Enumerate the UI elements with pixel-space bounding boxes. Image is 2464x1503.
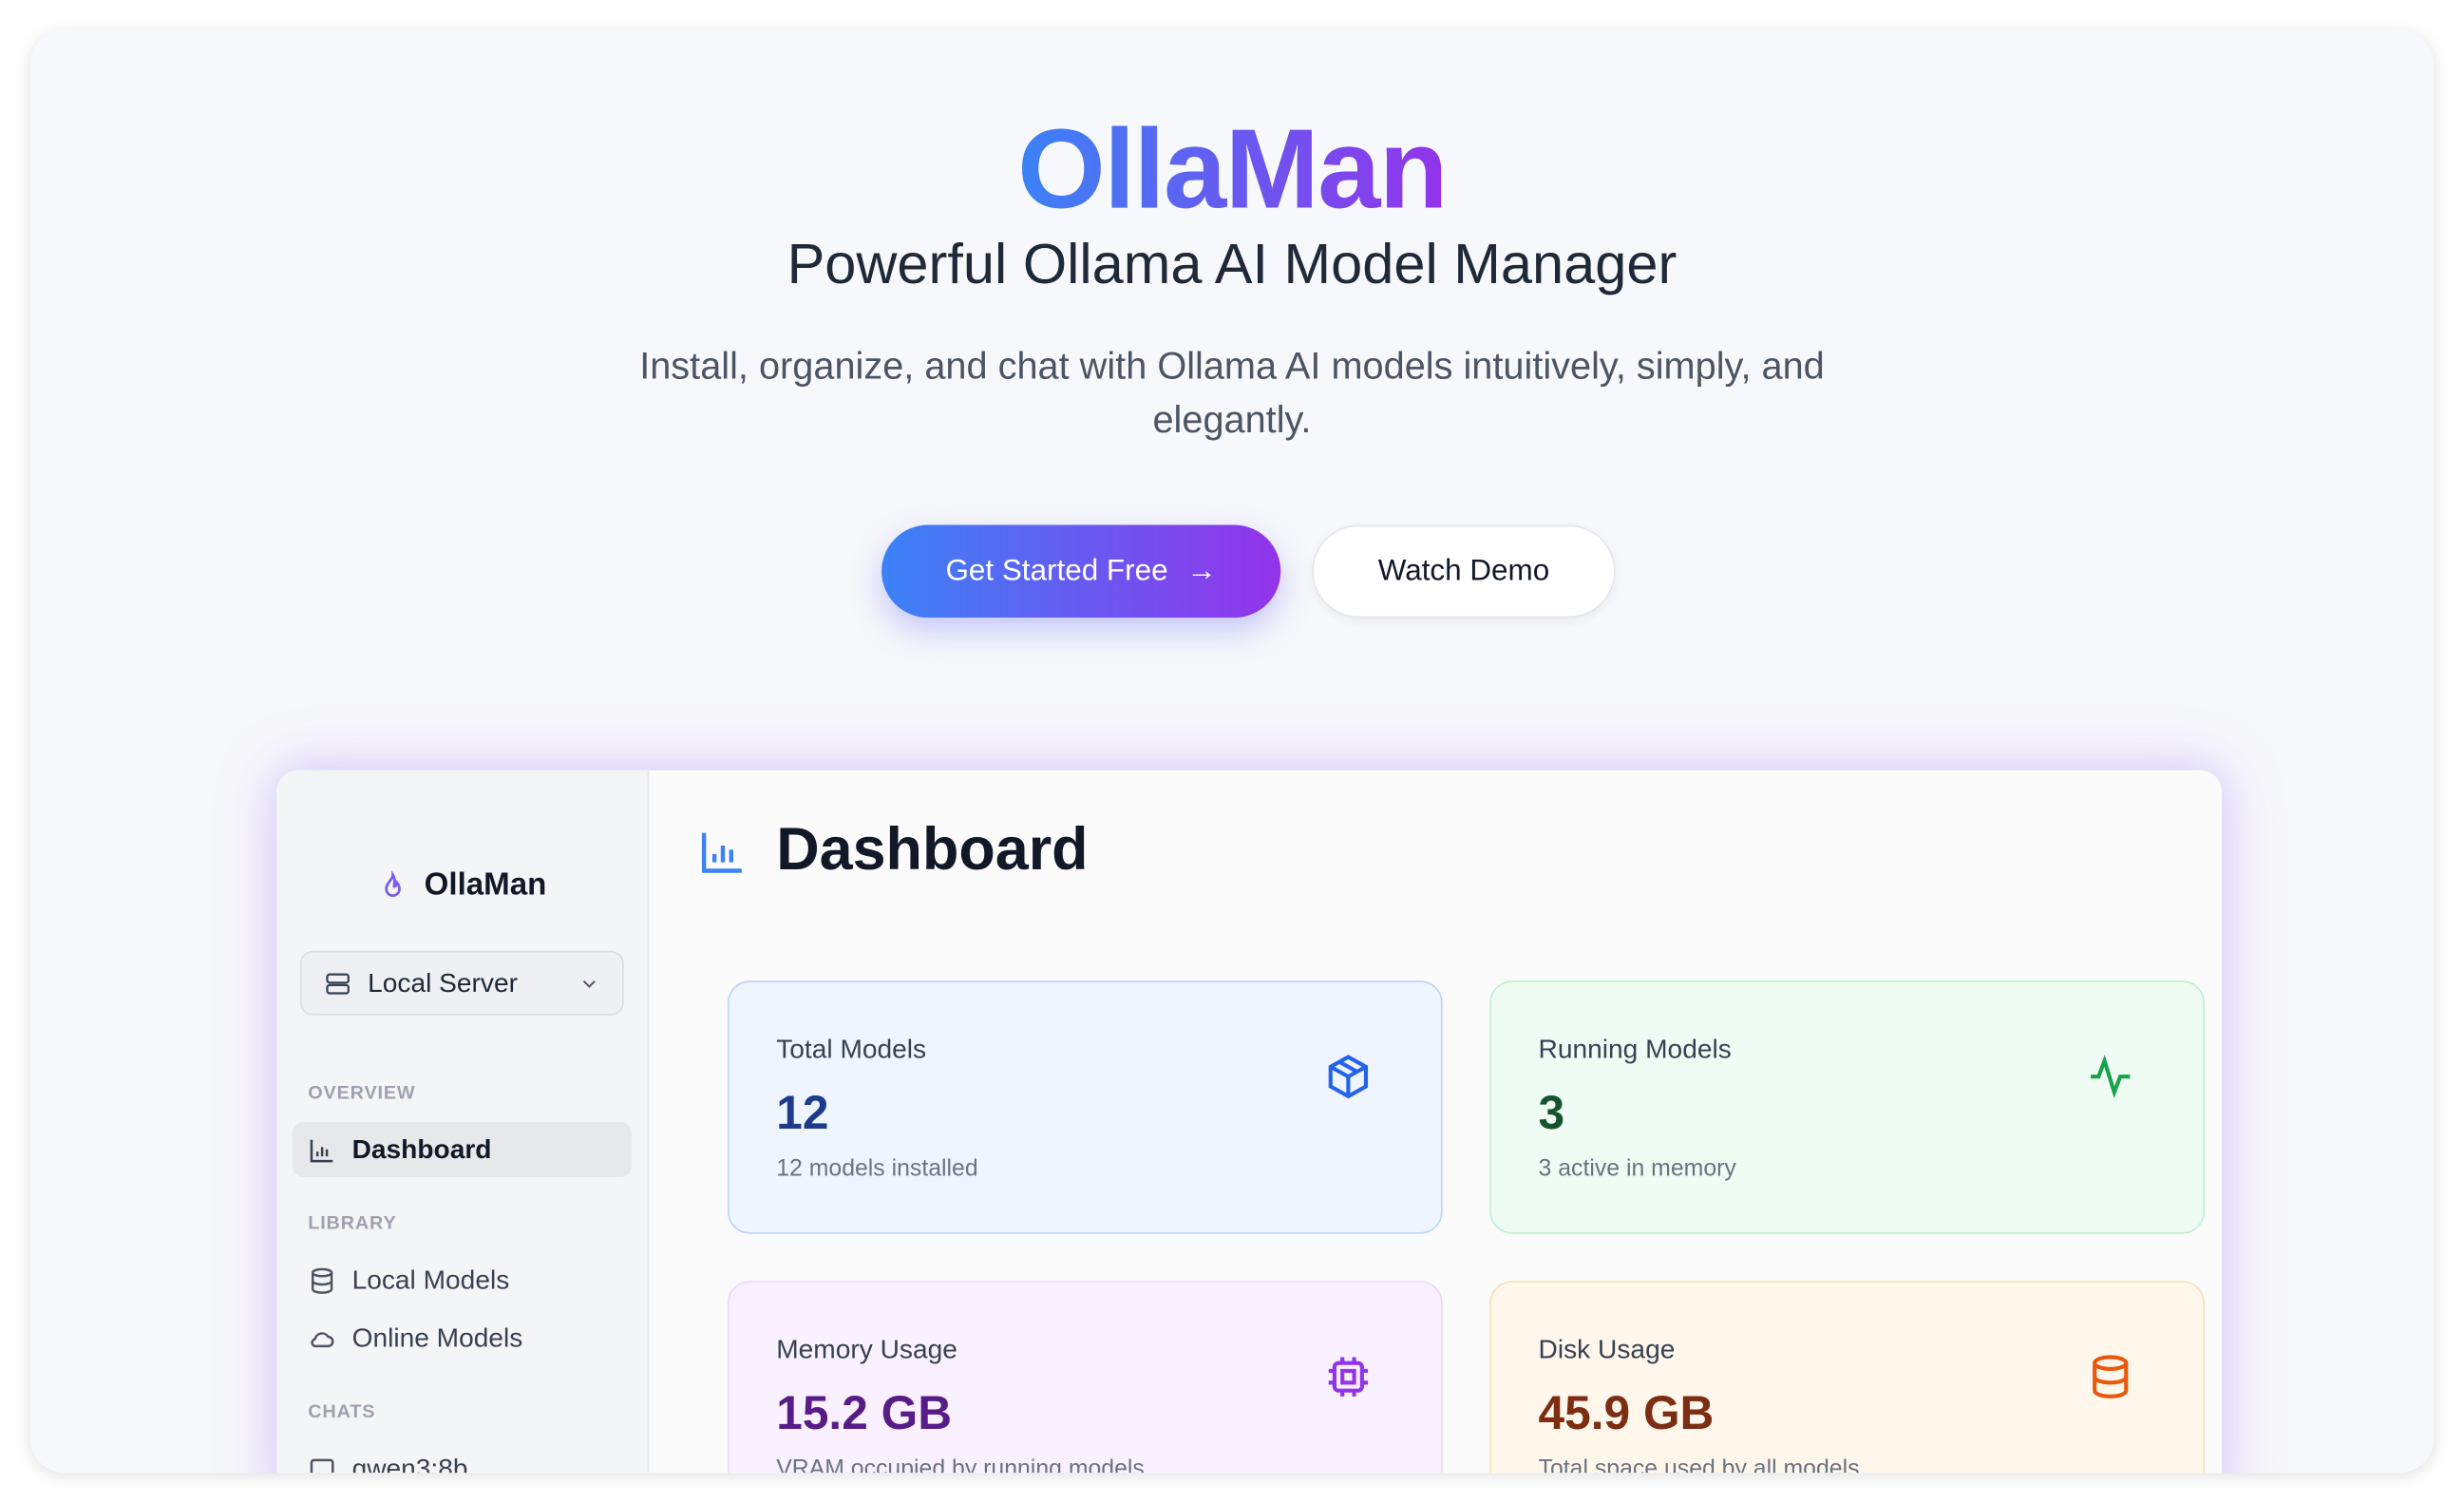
get-started-button[interactable]: Get Started Free → [881,524,1281,618]
get-started-label: Get Started Free [945,554,1168,587]
sidebar: OllaMan Local Server OVERVIEW Dashboard … [276,770,650,1474]
stat-card-memory-usage: Memory Usage 15.2 GB VRAM occupied by ru… [727,1281,1443,1474]
sidebar-item-chat[interactable]: qwen3:8b [293,1441,632,1474]
database-icon [2093,1355,2129,1398]
chat-icon [310,1457,334,1474]
server-select[interactable]: Local Server [299,950,624,1016]
section-library: LIBRARY [308,1211,397,1234]
cloud-icon [311,1331,334,1347]
card-value: 3 [1538,1087,1565,1140]
sidebar-item-dashboard[interactable]: Dashboard [292,1122,633,1178]
browser-window: OllaMan Powerful Ollama AI Model Manager… [29,29,2435,1474]
cpu-icon [1328,1357,1369,1397]
card-subtext: 12 models installed [776,1154,978,1183]
activity-icon [2091,1055,2131,1099]
card-label: Memory Usage [776,1334,957,1364]
card-label: Total Models [776,1034,927,1064]
bar-chart-icon [310,1138,333,1162]
flame-icon [385,869,401,897]
chevron-down-icon [582,980,596,988]
card-subtext: VRAM occupied by running models [776,1455,1145,1474]
card-value: 45.9 GB [1538,1387,1715,1440]
sidebar-item-local-models[interactable]: Local Models [293,1252,632,1307]
section-overview: OVERVIEW [308,1081,416,1104]
chat-label: qwen3:8b [351,1453,468,1474]
online-models-label: Online Models [351,1322,523,1353]
watch-demo-button[interactable]: Watch Demo [1312,524,1616,618]
card-value: 12 [776,1087,829,1140]
package-icon [1328,1055,1369,1099]
sidebar-logo: OllaMan [377,867,546,904]
local-models-label: Local Models [351,1264,510,1295]
card-subtext: 3 active in memory [1538,1154,1736,1183]
card-label: Disk Usage [1538,1334,1676,1364]
dashboard-label: Dashboard [351,1133,492,1165]
app-preview: OllaMan Local Server OVERVIEW Dashboard … [276,770,2223,1474]
card-label: Running Models [1538,1034,1732,1064]
stat-card-total-models: Total Models 12 12 models installed [727,980,1443,1234]
stat-card-disk-usage: Disk Usage 45.9 GB Total space used by a… [1489,1281,2205,1474]
hero-subtitle: Powerful Ollama AI Model Manager [787,231,1677,296]
hero-description: Install, organize, and chat with Ollama … [639,345,1825,442]
database-icon [311,1266,333,1294]
stat-card-running-models: Running Models 3 3 active in memory [1489,980,2205,1234]
bar-chart-icon [701,831,742,872]
card-value: 15.2 GB [776,1387,953,1440]
server-icon [326,972,350,994]
server-select-value: Local Server [368,967,518,998]
hero-title: OllaMan [1017,106,1448,233]
section-chats: CHATS [308,1399,376,1423]
card-subtext: Total space used by all models [1538,1455,1860,1474]
sidebar-item-online-models[interactable]: Online Models [293,1311,632,1366]
page-title-text: Dashboard [776,817,1089,884]
arrow-right-icon: → [1186,554,1217,587]
app-name: OllaMan [424,867,547,903]
page-title: Dashboard [698,817,1089,885]
